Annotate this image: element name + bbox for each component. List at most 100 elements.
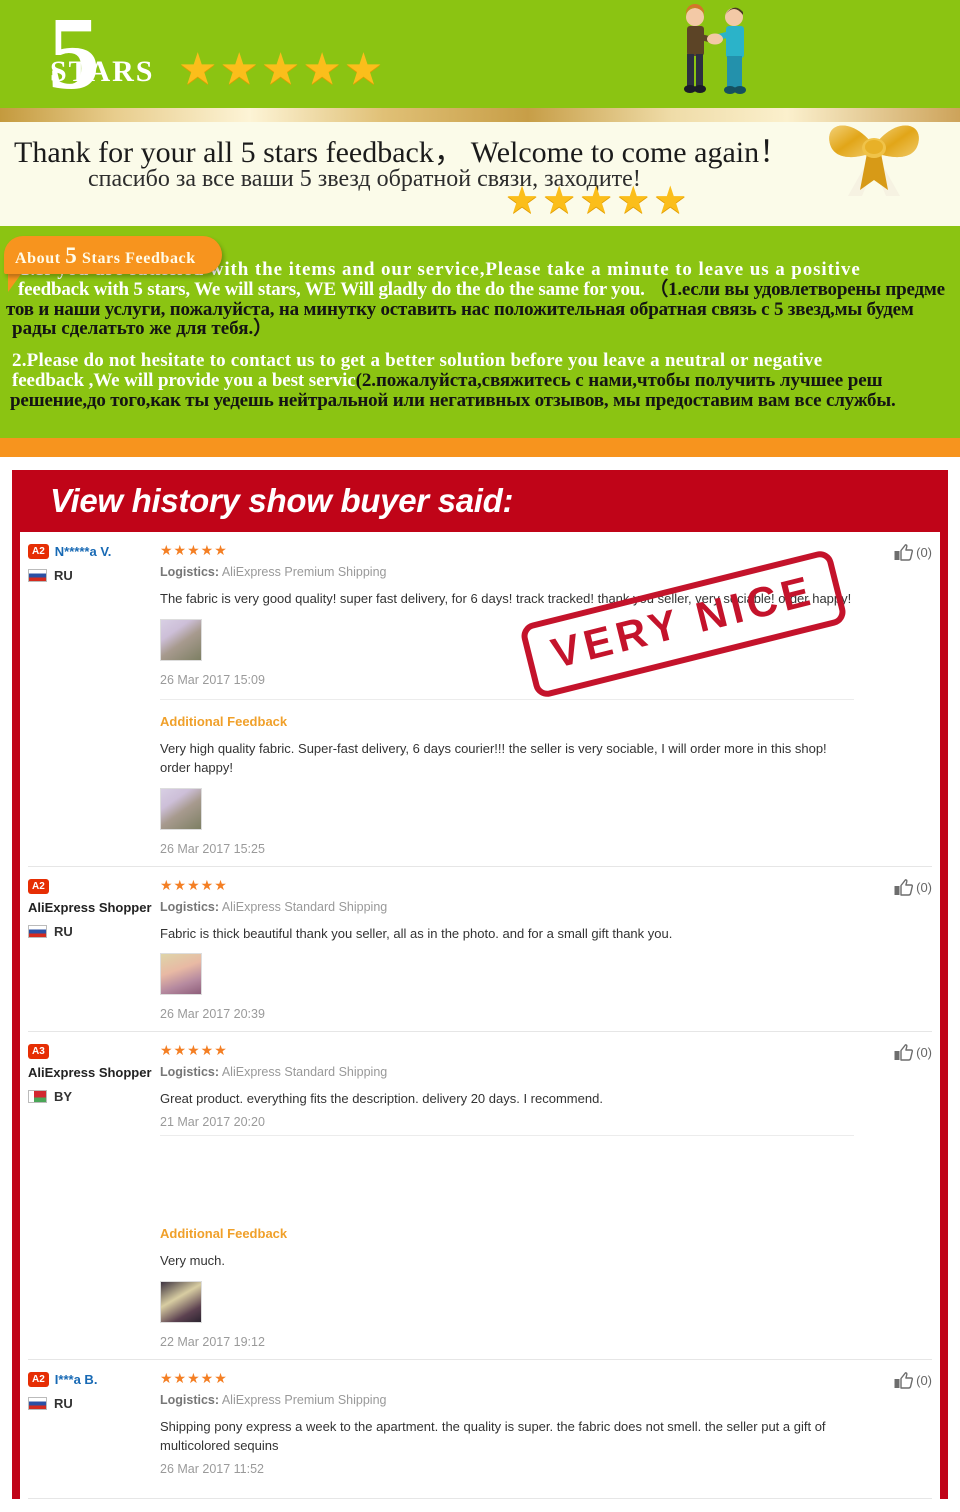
helpful-count: (0)	[916, 1045, 932, 1061]
flag-by-icon	[28, 1090, 47, 1104]
review-star-rating: ★★★★★	[160, 1370, 228, 1387]
review-item: A3 AliExpress Shopper BY ★★★★★ Logistics…	[28, 1032, 932, 1361]
reviews-header: View history show buyer said:	[12, 470, 948, 532]
review-user: A2 AliExpress Shopper	[28, 878, 160, 915]
additional-feedback-separator	[160, 1135, 854, 1137]
review-logistics: Logistics: AliExpress Standard Shipping	[160, 1065, 854, 1079]
review-text: Shipping pony express a week to the apar…	[160, 1419, 826, 1453]
review-user: A3 AliExpress Shopper	[28, 1044, 160, 1080]
review-item: A2 N*****a V. RU ★★★★★ Logistics: AliExp…	[28, 532, 932, 867]
additional-feedback-text: Very high quality fabric. Super-fast del…	[160, 740, 827, 775]
review-logistics: Logistics: AliExpress Premium Shipping	[160, 565, 854, 579]
thank-you-star-rating: ★★★★★	[505, 180, 691, 222]
badge-prefix: About	[15, 250, 61, 267]
review-logistics: Logistics: AliExpress Premium Shipping	[160, 1393, 854, 1407]
logo-number: 5	[48, 0, 100, 108]
review-text: Great product. everything fits the descr…	[160, 1091, 603, 1107]
additional-photo-thumbnail[interactable]	[160, 787, 202, 830]
policy-line-2b-en: feedback ,We will provide you a best ser…	[12, 369, 356, 391]
review-photo-thumbnail[interactable]	[160, 953, 202, 996]
buyer-level-badge: A2	[28, 1372, 49, 1388]
thumbs-up-icon	[894, 544, 914, 561]
reviews-frame: View history show buyer said: A2 N*****a…	[12, 470, 948, 1499]
review-user-column: A2 I***a B. RU	[28, 1370, 160, 1498]
buyer-country: RU	[28, 1396, 160, 1411]
helpful-button[interactable]: (0)	[894, 1044, 932, 1062]
policy-line-2b: feedback ,We will provide you a best ser…	[4, 369, 956, 391]
about-feedback-badge-label: About 5 Stars Feedback	[15, 243, 196, 269]
thumbs-up-icon	[894, 1044, 914, 1062]
about-feedback-badge: About 5 Stars Feedback	[4, 236, 222, 274]
badge-suffix: Stars Feedback	[82, 250, 196, 267]
country-code: RU	[54, 568, 73, 583]
helpful-count: (0)	[916, 545, 932, 560]
country-code: RU	[54, 923, 73, 939]
review-like-column: (0)	[862, 1370, 932, 1498]
reviews-title: View history show buyer said:	[50, 482, 514, 519]
review-user: A2 N*****a V.	[28, 544, 160, 559]
logistics-value: AliExpress Premium Shipping	[221, 565, 387, 579]
additional-feedback-separator	[160, 698, 854, 700]
review-like-column: (0)	[862, 877, 932, 1032]
review-date: 26 Mar 2017 11:52	[160, 1461, 265, 1476]
gold-divider-top	[0, 108, 960, 122]
buyer-name: AliExpress Shopper	[28, 899, 152, 915]
buyer-name[interactable]: N*****a V.	[55, 544, 112, 559]
country-code: RU	[54, 1396, 73, 1412]
review-user-column: A3 AliExpress Shopper BY	[28, 1042, 160, 1359]
review-user: A2 I***a B.	[28, 1372, 160, 1388]
helpful-count: (0)	[916, 879, 932, 895]
white-spacer	[0, 457, 960, 470]
review-text: The fabric is very good quality! super f…	[160, 591, 852, 606]
policy-line-1b: feedback with 5 stars, We will stars, WE…	[4, 278, 956, 300]
additional-photo-thumbnail[interactable]	[160, 1281, 202, 1324]
policy-line-2b-ru: (2.пожалуйста,свяжитесь с нами,чтобы пол…	[355, 369, 883, 391]
handshake-icon	[672, 4, 758, 100]
review-user-column: A2 N*****a V. RU	[28, 542, 160, 866]
helpful-button[interactable]: (0)	[894, 544, 932, 561]
review-photo-thumbnail[interactable]	[160, 618, 202, 661]
additional-feedback-date: 26 Mar 2017 15:25	[160, 841, 265, 856]
review-date: 26 Mar 2017 15:09	[160, 672, 265, 687]
policy-line-2a: 2.Please do not hesitate to contact us t…	[12, 350, 823, 371]
top-banner: 5 STARS ★★★★★	[0, 0, 960, 108]
buyer-country: RU	[28, 568, 160, 583]
additional-feedback-date: 22 Mar 2017 19:12	[160, 1335, 265, 1350]
helpful-button[interactable]: (0)	[894, 1372, 932, 1389]
thank-you-english: Thank for your all 5 stars feedback， Wel…	[14, 136, 790, 169]
review-date: 26 Mar 2017 20:39	[160, 1007, 265, 1022]
review-body: ★★★★★ Logistics: AliExpress Standard Shi…	[160, 1042, 862, 1359]
badge-five: 5	[65, 243, 78, 268]
policy-line-1b-ru: （1.если вы удовлетворены предме	[649, 278, 945, 300]
review-date: 21 Mar 2017 20:20	[160, 1115, 265, 1130]
policy-line-1c: тов и наши услуги, пожалуйста, на минутк…	[6, 298, 914, 320]
review-star-rating: ★★★★★	[160, 1042, 228, 1059]
helpful-count: (0)	[916, 1373, 932, 1389]
flag-ru-icon	[28, 1397, 47, 1411]
review-body: ★★★★★ Logistics: AliExpress Premium Ship…	[160, 1370, 862, 1498]
promo-page: 5 STARS ★★★★★ Thank for your all 5 stars…	[0, 0, 960, 1507]
logistics-value: AliExpress Standard Shipping	[221, 1065, 388, 1080]
buyer-name[interactable]: I***a B.	[55, 1372, 98, 1387]
helpful-button[interactable]: (0)	[894, 878, 932, 896]
review-star-rating: ★★★★★	[160, 876, 228, 893]
orange-divider	[0, 438, 960, 457]
additional-feedback-label: Additional Feedback	[160, 713, 288, 729]
reviews-list: A2 N*****a V. RU ★★★★★ Logistics: AliExp…	[20, 532, 940, 1499]
logistics-value: AliExpress Standard Shipping	[221, 899, 388, 914]
buyer-country: BY	[28, 1089, 160, 1104]
review-like-column: (0)	[862, 542, 932, 866]
header-star-rating: ★★★★★	[178, 45, 386, 94]
policy-line-1b-en: feedback with 5 stars, We will stars, WE…	[18, 278, 645, 300]
review-like-column: (0)	[862, 1042, 932, 1359]
logo-stars-word: STARS	[50, 55, 155, 88]
review-item: A2 I***a B. RU ★★★★★ Logistics: AliExpre…	[28, 1360, 932, 1499]
buyer-level-badge: A2	[28, 544, 49, 559]
review-body: ★★★★★ Logistics: AliExpress Standard Shi…	[160, 877, 862, 1032]
logistics-label: Logistics:	[160, 1065, 220, 1080]
review-text: Fabric is thick beautiful thank you sell…	[160, 925, 673, 941]
country-code: BY	[54, 1089, 73, 1105]
buyer-country: RU	[28, 924, 160, 939]
review-star-rating: ★★★★★	[160, 542, 228, 558]
review-body: ★★★★★ Logistics: AliExpress Premium Ship…	[160, 542, 862, 866]
